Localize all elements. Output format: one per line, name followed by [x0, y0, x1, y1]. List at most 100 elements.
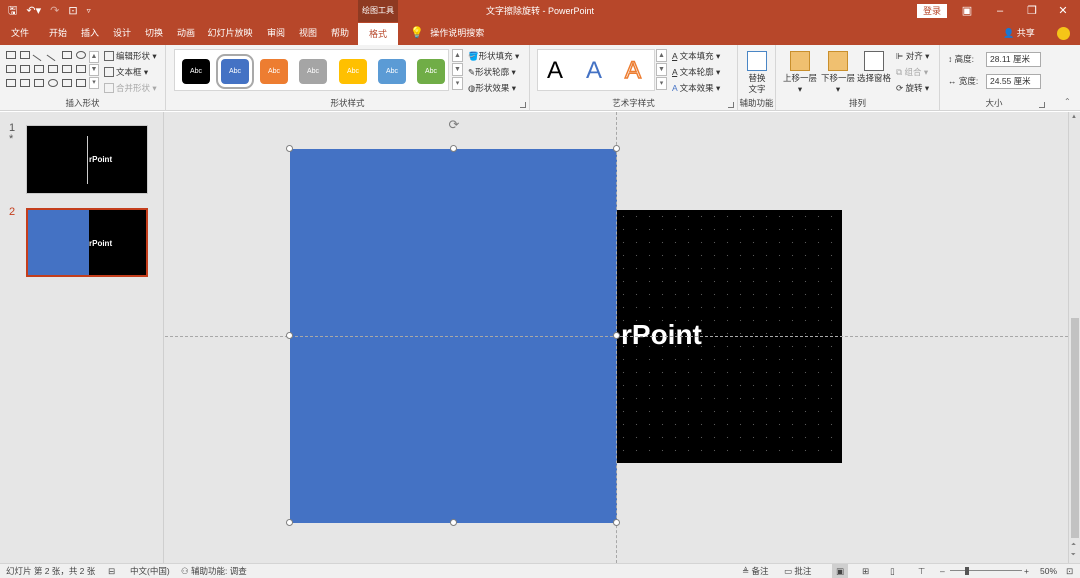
shape-style-swatch[interactable]: Abc — [417, 59, 445, 84]
language-status[interactable]: 中文(中国) — [130, 564, 170, 578]
accessibility-status[interactable]: ⚇ 辅助功能: 调查 — [181, 564, 247, 578]
zoom-level[interactable]: 50% — [1040, 564, 1057, 578]
feedback-smiley-icon[interactable] — [1057, 27, 1070, 40]
scroll-up-icon[interactable]: ▲ — [1071, 114, 1077, 120]
gallery-more-icon[interactable]: ▾ — [452, 77, 463, 90]
tab-file[interactable]: 文件 — [6, 22, 34, 45]
text-outline-button[interactable]: A 文本轮廓 ▾ — [672, 66, 720, 79]
tab-format[interactable]: 格式 — [358, 23, 398, 45]
send-backward-button[interactable]: 下移一层 ▾ — [820, 51, 856, 95]
edit-shape-button[interactable]: 编辑形状 ▾ — [104, 50, 157, 63]
rect-shape-icon[interactable] — [62, 51, 72, 59]
gallery-down-icon[interactable]: ▼ — [89, 64, 99, 76]
selection-pane-button[interactable]: 选择窗格 — [856, 51, 892, 84]
scrollbar-thumb[interactable] — [1071, 318, 1079, 538]
minimize-icon[interactable]: – — [985, 0, 1015, 22]
gallery-up-icon[interactable]: ▲ — [452, 49, 463, 62]
customize-qat-icon[interactable]: ▿ — [87, 3, 91, 19]
align-button[interactable]: ⊫ 对齐 ▾ — [896, 50, 929, 63]
restore-icon[interactable]: ❐ — [1017, 0, 1047, 22]
arc-shape-icon[interactable] — [48, 79, 58, 87]
gallery-down-icon[interactable]: ▼ — [656, 63, 667, 76]
wordart-style-black[interactable]: A — [547, 56, 563, 86]
shape-style-swatch[interactable]: Abc — [299, 59, 327, 84]
bracket-shape-icon[interactable] — [76, 79, 86, 87]
gallery-up-icon[interactable]: ▲ — [89, 51, 99, 63]
slide-thumbnail-selected[interactable]: rPoint — [25, 207, 149, 278]
notes-button[interactable]: ≜ 备注 — [742, 564, 769, 578]
width-field[interactable]: 24.55 厘米 — [986, 74, 1041, 89]
tell-me-search[interactable]: 💡 操作说明搜索 — [410, 22, 484, 45]
arrow-line-shape-icon[interactable] — [46, 48, 60, 62]
resize-handle[interactable] — [450, 519, 457, 526]
start-from-beginning-icon[interactable]: ⊡ — [68, 3, 77, 19]
resize-handle[interactable] — [613, 519, 620, 526]
scribble-shape-icon[interactable] — [34, 79, 44, 87]
undo-icon[interactable]: ↶▾ — [26, 3, 41, 19]
tab-review[interactable]: 审阅 — [262, 22, 290, 45]
resize-handle[interactable] — [613, 145, 620, 152]
group-button[interactable]: ⧉ 组合 ▾ — [896, 66, 928, 79]
gallery-more-icon[interactable]: ▾ — [656, 77, 667, 90]
slide-canvas[interactable]: rPoint ⟳ — [165, 112, 1068, 563]
shape-style-swatch[interactable]: Abc — [378, 59, 406, 84]
tab-animations[interactable]: 动画 — [172, 22, 200, 45]
resize-handle[interactable] — [613, 332, 620, 339]
spelling-icon[interactable]: ⊟ — [108, 564, 115, 578]
slide-title-text[interactable]: rPoint — [621, 319, 702, 351]
tab-insert[interactable]: 插入 — [76, 22, 104, 45]
textbox-shape-icon[interactable] — [20, 51, 30, 59]
slide-show-view-icon[interactable]: ⊤ — [918, 564, 925, 578]
shape-effects-button[interactable]: ◍形状效果 ▾ — [468, 82, 516, 95]
dialog-launcher-icon[interactable] — [728, 102, 734, 108]
tab-transitions[interactable]: 切换 — [140, 22, 168, 45]
tab-design[interactable]: 设计 — [108, 22, 136, 45]
zoom-slider[interactable] — [950, 567, 1022, 575]
slide-thumbnail[interactable]: rPoint — [26, 125, 148, 194]
collapse-ribbon-icon[interactable]: ⌃ — [1064, 97, 1071, 106]
gallery-down-icon[interactable]: ▼ — [452, 63, 463, 76]
resize-handle[interactable] — [286, 332, 293, 339]
line-shape-icon[interactable] — [32, 48, 46, 62]
shape-outline-button[interactable]: ✎形状轮廓 ▾ — [468, 66, 516, 79]
merge-shapes-button[interactable]: 合并形状 ▾ — [104, 82, 157, 95]
save-icon[interactable]: 🖫 — [8, 3, 17, 19]
rotation-handle-icon[interactable]: ⟳ — [447, 118, 461, 132]
corner-connector-icon[interactable] — [48, 65, 58, 73]
height-field[interactable]: 28.11 厘米 — [986, 52, 1041, 67]
tab-view[interactable]: 视图 — [294, 22, 322, 45]
gallery-up-icon[interactable]: ▲ — [656, 49, 667, 62]
tab-help[interactable]: 帮助 — [326, 22, 354, 45]
curve-shape-icon[interactable] — [20, 79, 30, 87]
shape-style-swatch[interactable]: Abc — [216, 54, 254, 89]
resize-handle[interactable] — [286, 519, 293, 526]
alt-text-button[interactable]: 替换 文字 — [742, 51, 772, 95]
dialog-launcher-icon[interactable] — [520, 102, 526, 108]
shape-style-swatch[interactable]: Abc — [182, 59, 210, 84]
resize-handle[interactable] — [450, 145, 457, 152]
login-button[interactable]: 登录 — [917, 4, 947, 18]
next-slide-icon[interactable]: ⏷ — [1071, 552, 1076, 559]
shape-fill-button[interactable]: 🪣形状填充 ▾ — [468, 50, 519, 63]
comments-button[interactable]: ▭ 批注 — [784, 564, 811, 578]
resize-handle[interactable] — [286, 145, 293, 152]
bent-connector-icon[interactable] — [34, 65, 44, 73]
normal-view-icon[interactable]: ▣ — [832, 564, 848, 578]
reading-view-icon[interactable]: ▯ — [890, 564, 895, 578]
text-fill-button[interactable]: A 文本填充 ▾ — [672, 50, 720, 63]
rotate-button[interactable]: ⟳ 旋转 ▾ — [896, 82, 929, 95]
elbow-connector-icon[interactable] — [20, 65, 30, 73]
zoom-slider-knob[interactable] — [965, 567, 969, 575]
fit-to-window-icon[interactable]: ⊡ — [1066, 564, 1073, 578]
text-box-button[interactable]: 文本框 ▾ — [104, 66, 148, 79]
share-button[interactable]: 👤 共享 — [1003, 22, 1035, 45]
ribbon-display-options-icon[interactable]: ▣ — [952, 0, 982, 22]
down-arrow-shape-icon[interactable] — [76, 65, 86, 73]
triangle-shape-icon[interactable] — [6, 65, 16, 73]
dialog-launcher-icon[interactable] — [1039, 102, 1045, 108]
wordart-style-blue[interactable]: A — [586, 56, 602, 86]
bring-forward-button[interactable]: 上移一层 ▾ — [782, 51, 818, 95]
vertical-scrollbar[interactable]: ▲ ⏶ ⏷ — [1068, 112, 1080, 563]
close-icon[interactable]: ✕ — [1048, 0, 1078, 22]
text-effects-button[interactable]: A 文本效果 ▾ — [672, 82, 720, 95]
